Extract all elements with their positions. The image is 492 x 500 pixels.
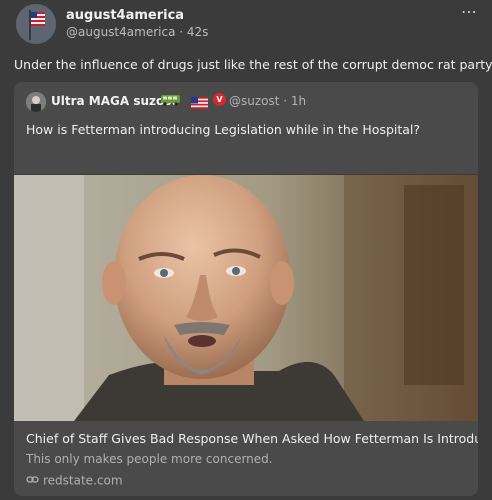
link-domain-text: redstate.com	[43, 473, 123, 488]
post: august4america @august4america · 42s ⋯ U…	[0, 0, 492, 500]
link-preview-title[interactable]: Chief of Staff Gives Bad Response When A…	[26, 431, 478, 446]
verified-badge-icon: V	[213, 93, 226, 106]
post-text: Under the influence of drugs just like t…	[14, 57, 492, 72]
link-preview-domain[interactable]: redstate.com	[26, 473, 123, 489]
us-flag-icon	[191, 94, 208, 109]
quoted-post[interactable]: Ultra MAGA suzost V @suzost · 1h How is …	[14, 82, 478, 496]
link-preview-description: This only makes people more concerned.	[26, 452, 273, 466]
bus-emoji-icon	[160, 94, 182, 109]
quoted-author-name[interactable]: Ultra MAGA suzost	[51, 94, 177, 108]
quoted-author-handle-time: @suzost · 1h	[229, 94, 307, 108]
author-display-name[interactable]: august4america	[66, 8, 184, 23]
more-options-icon[interactable]: ⋯	[461, 2, 478, 21]
quoted-post-text: How is Fetterman introducing Legislation…	[26, 122, 421, 137]
link-preview-card[interactable]: Chief of Staff Gives Bad Response When A…	[14, 174, 478, 496]
author-avatar[interactable]	[16, 4, 56, 44]
link-icon	[26, 473, 39, 489]
quoted-author-avatar[interactable]	[26, 92, 46, 112]
link-preview-image[interactable]	[14, 175, 478, 421]
author-handle-time: @august4america · 42s	[66, 25, 209, 39]
